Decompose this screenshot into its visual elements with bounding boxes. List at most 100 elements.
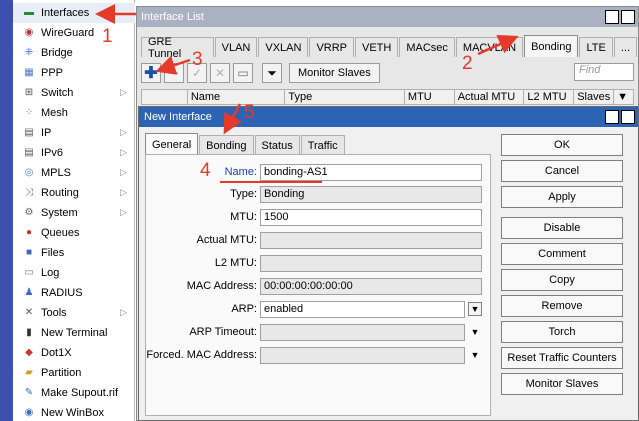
arp-select[interactable]: enabled: [260, 300, 465, 318]
dialog-tab-general[interactable]: General: [145, 133, 199, 155]
bridge-icon: ⁜: [24, 47, 34, 58]
forced-mac-field[interactable]: [260, 346, 465, 364]
comment-button[interactable]: Comment: [501, 243, 623, 265]
chevron-down-icon[interactable]: ▼: [468, 302, 482, 316]
sidebar-item-files[interactable]: ■ Files: [13, 243, 135, 263]
tab-bonding[interactable]: Bonding: [524, 35, 579, 57]
tab-vrrp[interactable]: VRRP: [309, 37, 354, 57]
remove-button[interactable]: Remove: [501, 295, 623, 317]
sidebar-item-switch[interactable]: ⊞ Switch ▷: [13, 83, 135, 103]
tab-vlan[interactable]: VLAN: [214, 37, 258, 57]
files-icon: ■: [25, 247, 33, 258]
chevron-right-icon: ▷: [120, 147, 127, 157]
find-input[interactable]: Find: [574, 63, 634, 81]
cancel-button[interactable]: Cancel: [501, 160, 623, 182]
chevron-right-icon: ▷: [120, 127, 127, 137]
restore-icon[interactable]: ▫: [605, 10, 619, 24]
log-icon: ▭: [24, 267, 34, 278]
sidebar-item-radius[interactable]: ♟ RADIUS: [13, 283, 135, 303]
restore-icon[interactable]: ▫: [605, 110, 619, 124]
mtu-field[interactable]: 1500: [260, 208, 482, 226]
annotation-number: 1: [102, 26, 113, 47]
sidebar-item-make-supout-rif[interactable]: ✎ Make Supout.rif: [13, 383, 135, 403]
sidebar-item-mesh[interactable]: ⁘ Mesh: [13, 103, 135, 123]
monitor-slaves-toolbar-button[interactable]: Monitor Slaves: [289, 63, 380, 83]
filter-icon[interactable]: ⏷: [262, 63, 282, 83]
tab-macsec[interactable]: MACsec: [399, 37, 455, 57]
dialog-tabs: General Bonding Status Traffic: [145, 133, 346, 155]
mtu-row: MTU: 1500: [146, 208, 482, 226]
disable-icon[interactable]: ✕: [210, 63, 230, 83]
sidebar-item-ipv6[interactable]: ▤ IPv6 ▷: [13, 143, 135, 163]
arp-timeout-field[interactable]: [260, 323, 465, 341]
actual-mtu-label: Actual MTU:: [196, 234, 257, 246]
sidebar-item-label: New Terminal: [41, 327, 108, 339]
chevron-down-icon[interactable]: ▼: [468, 348, 482, 362]
column-header[interactable]: Type: [285, 90, 405, 104]
sidebar-item-ppp[interactable]: ▦ PPP: [13, 63, 135, 83]
sidebar-item-system[interactable]: ⚙ System ▷: [13, 203, 135, 223]
column-header[interactable]: Actual MTU: [455, 90, 525, 104]
tab-gre-tunnel[interactable]: GRE Tunnel: [141, 36, 214, 60]
tab-lte[interactable]: LTE: [579, 37, 613, 57]
reset-traffic-counters-button[interactable]: Reset Traffic Counters: [501, 347, 623, 369]
column-header[interactable]: Slaves: [574, 90, 615, 104]
actual-mtu-row: Actual MTU:: [146, 231, 482, 249]
routing-icon: ⤨: [25, 187, 33, 198]
tab-more[interactable]: ...: [613, 37, 637, 57]
sidebar-item-ip[interactable]: ▤ IP ▷: [13, 123, 135, 143]
dialog-tab-bonding[interactable]: Bonding: [199, 135, 254, 155]
left-color-strip: [0, 0, 13, 421]
sidebar-item-new-winbox[interactable]: ◉ New WinBox: [13, 403, 135, 421]
remove-icon[interactable]: ━: [164, 63, 184, 83]
sidebar-item-label: Files: [41, 247, 65, 259]
sidebar-item-tools[interactable]: ✕ Tools ▷: [13, 303, 135, 323]
column-header[interactable]: MTU: [405, 90, 455, 104]
chevron-right-icon: ▷: [120, 307, 127, 317]
sidebar-item-label: Routing: [41, 187, 79, 199]
sidebar-item-queues[interactable]: ● Queues: [13, 223, 135, 243]
sidebar-item-log[interactable]: ▭ Log: [13, 263, 135, 283]
apply-button[interactable]: Apply: [501, 186, 623, 208]
column-header[interactable]: L2 MTU: [524, 90, 575, 104]
comment-icon[interactable]: ▭: [233, 63, 253, 83]
chevron-down-icon[interactable]: ▼: [614, 90, 633, 104]
sidebar-item-new-terminal[interactable]: ▮ New Terminal: [13, 323, 135, 343]
sidebar-item-interfaces[interactable]: ▬ Interfaces: [13, 3, 135, 23]
ok-button[interactable]: OK: [501, 134, 623, 156]
column-header[interactable]: [142, 90, 188, 104]
sidebar-item-dot1x[interactable]: ◆ Dot1X: [13, 343, 135, 363]
tab-vxlan[interactable]: VXLAN: [258, 37, 309, 57]
dialog-tab-status[interactable]: Status: [254, 135, 300, 155]
interfaces-icon: ▬: [24, 7, 34, 18]
interface-list-titlebar: Interface List ▫ ✕: [137, 7, 638, 27]
add-icon[interactable]: ✚: [141, 63, 161, 83]
name-field[interactable]: bonding-AS1: [260, 163, 482, 181]
chevron-down-icon[interactable]: ▼: [468, 325, 482, 339]
column-header[interactable]: Name: [188, 90, 286, 104]
sidebar-item-label: Bridge: [41, 47, 73, 59]
dialog-tab-traffic[interactable]: Traffic: [300, 135, 345, 155]
sidebar-item-partition[interactable]: ▰ Partition: [13, 363, 135, 383]
general-tab-panel: Name: bonding-AS1 Type: Bonding MTU: 150…: [145, 154, 491, 416]
sidebar-item-label: Interfaces: [41, 7, 90, 19]
sidebar-item-routing[interactable]: ⤨ Routing ▷: [13, 183, 135, 203]
interface-tabs: GRE Tunnel VLAN VXLAN VRRP VETH MACsec MACVLAN…: [141, 35, 638, 60]
chevron-right-icon: ▷: [120, 187, 127, 197]
mac-address-label: MAC Address:: [186, 280, 257, 292]
torch-button[interactable]: Torch: [501, 321, 623, 343]
copy-button[interactable]: Copy: [501, 269, 623, 291]
monitor-slaves-button[interactable]: Monitor Slaves: [501, 373, 623, 395]
mtu-label: MTU:: [230, 211, 257, 223]
disable-button[interactable]: Disable: [501, 217, 623, 239]
sidebar-item-wireguard[interactable]: ◉ WireGuard: [13, 23, 135, 43]
supout-icon: ✎: [24, 387, 34, 398]
sidebar-item-mpls[interactable]: ◎ MPLS ▷: [13, 163, 135, 183]
name-row: Name: bonding-AS1: [146, 163, 482, 181]
annotation-number: 4: [200, 160, 211, 181]
tab-veth[interactable]: VETH: [355, 37, 399, 57]
mac-address-row: MAC Address: 00:00:00:00:00:00: [146, 277, 482, 295]
close-icon[interactable]: ✕: [621, 10, 635, 24]
sidebar-item-bridge[interactable]: ⁜ Bridge: [13, 43, 135, 63]
close-icon[interactable]: ✕: [621, 110, 635, 124]
